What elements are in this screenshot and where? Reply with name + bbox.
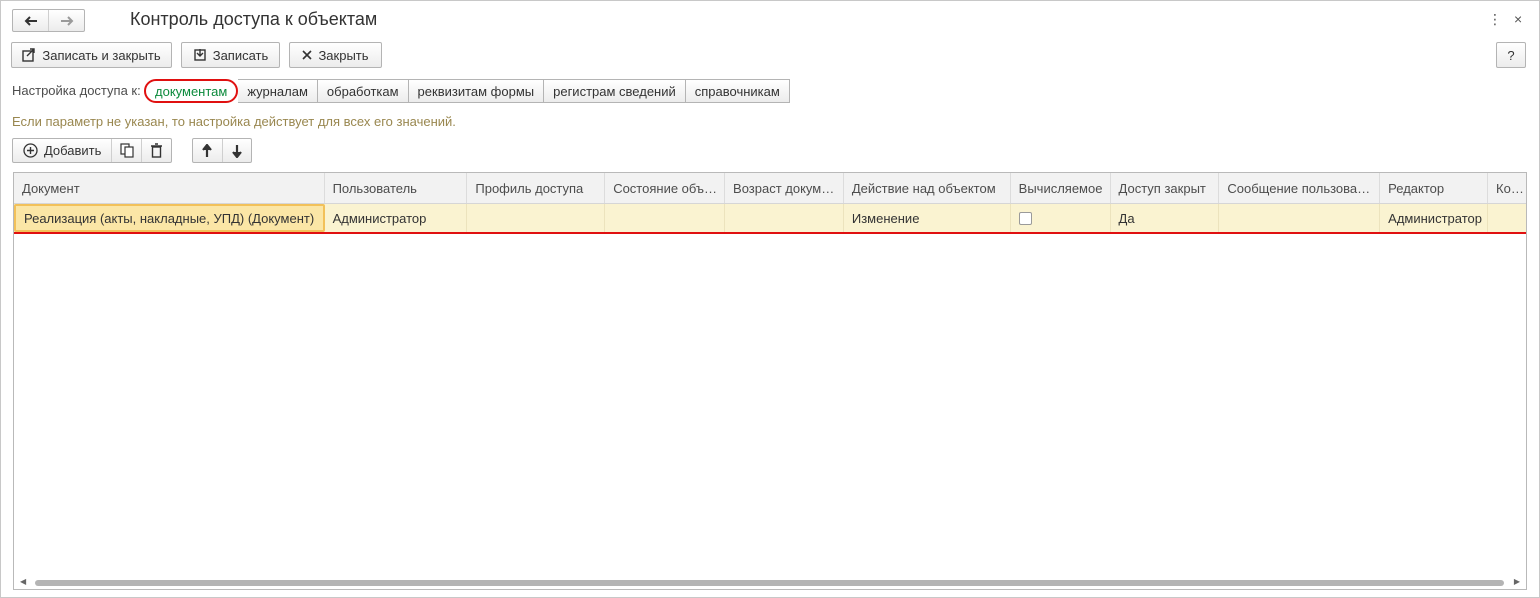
arrow-right-icon xyxy=(60,15,73,26)
cell-user[interactable]: Администратор xyxy=(325,204,468,232)
column-header[interactable]: Доступ закрыт xyxy=(1111,173,1220,203)
cell-document[interactable]: Реализация (акты, накладные, УПД) (Докум… xyxy=(14,204,325,232)
column-header[interactable]: Профиль доступа xyxy=(467,173,606,203)
add-circle-icon xyxy=(23,143,38,158)
tab-info-registers[interactable]: регистрам сведений xyxy=(544,79,686,103)
cell-extra[interactable] xyxy=(1488,204,1526,232)
access-setting-label: Настройка доступа к: xyxy=(12,83,141,98)
scroll-right-icon[interactable]: ▶ xyxy=(1514,577,1520,586)
help-label: ? xyxy=(1507,47,1515,63)
column-header[interactable]: Сообщение пользова… xyxy=(1219,173,1381,203)
column-header[interactable]: Редактор xyxy=(1380,173,1489,203)
form-window: Контроль доступа к объектам ⋮ × Записать… xyxy=(0,0,1540,598)
back-button[interactable] xyxy=(13,10,48,31)
save-label: Записать xyxy=(212,47,269,63)
horizontal-scrollbar[interactable]: ◀ ▶ xyxy=(14,575,1526,589)
column-header[interactable]: Пользователь xyxy=(325,173,468,203)
tab-catalogs[interactable]: справочникам xyxy=(685,79,790,103)
column-header[interactable]: Состояние объ… xyxy=(605,173,726,203)
forward-button[interactable] xyxy=(48,10,84,31)
cell-age[interactable] xyxy=(725,204,844,232)
nav-buttons xyxy=(12,9,85,32)
access-table: Документ Пользователь Профиль доступа Со… xyxy=(13,172,1527,590)
column-header[interactable]: Документ xyxy=(14,173,325,203)
scrollbar-thumb[interactable] xyxy=(35,580,1504,586)
copy-icon xyxy=(120,143,134,158)
tab-form-attributes[interactable]: реквизитам формы xyxy=(408,79,545,103)
hint-text: Если параметр не указан, то настройка де… xyxy=(12,114,456,129)
table-header: Документ Пользователь Профиль доступа Со… xyxy=(14,173,1526,204)
close-button[interactable]: Закрыть xyxy=(289,42,382,68)
copy-button[interactable] xyxy=(111,139,141,162)
close-x-icon xyxy=(302,50,313,60)
save-button[interactable]: Записать xyxy=(181,42,280,68)
arrow-down-icon xyxy=(231,144,242,158)
tab-documents[interactable]: документам xyxy=(144,79,239,103)
arrow-up-icon xyxy=(202,143,213,157)
tab-processing[interactable]: обработкам xyxy=(317,79,409,103)
save-icon xyxy=(194,49,206,61)
delete-button[interactable] xyxy=(141,139,171,162)
save-and-close-button[interactable]: Записать и закрыть xyxy=(11,42,172,68)
column-header[interactable]: Вычисляемое xyxy=(1011,173,1111,203)
access-tabs: документам журналам обработкам реквизита… xyxy=(144,79,790,103)
tab-journals[interactable]: журналам xyxy=(238,79,318,103)
cell-profile[interactable] xyxy=(467,204,606,232)
help-button[interactable]: ? xyxy=(1496,42,1526,68)
close-label: Закрыть xyxy=(318,47,369,63)
page-title: Контроль доступа к объектам xyxy=(130,9,378,29)
more-menu-icon[interactable]: ⋮ xyxy=(1488,11,1502,28)
cell-action[interactable]: Изменение xyxy=(844,204,1011,232)
table-row[interactable]: Реализация (акты, накладные, УПД) (Докум… xyxy=(14,204,1526,234)
column-header[interactable]: Возраст докум… xyxy=(725,173,844,203)
move-up-button[interactable] xyxy=(193,139,222,162)
cell-access-closed[interactable]: Да xyxy=(1111,204,1220,232)
add-label: Добавить xyxy=(43,143,102,158)
cell-state[interactable] xyxy=(605,204,726,232)
scroll-left-icon[interactable]: ◀ xyxy=(20,577,26,586)
add-button[interactable]: Добавить xyxy=(13,139,111,162)
arrow-left-icon xyxy=(24,15,37,26)
column-header[interactable]: Действие над объектом xyxy=(844,173,1011,203)
move-toolbar xyxy=(192,138,252,163)
grid-edit-toolbar: Добавить xyxy=(12,138,172,163)
trash-icon xyxy=(151,143,163,158)
close-icon[interactable]: × xyxy=(1514,11,1522,27)
column-header[interactable]: Ко… xyxy=(1488,173,1526,203)
cell-message[interactable] xyxy=(1219,204,1381,232)
cell-computed xyxy=(1011,204,1111,232)
computed-checkbox[interactable] xyxy=(1018,211,1032,225)
cell-editor[interactable]: Администратор xyxy=(1380,204,1489,232)
save-close-icon xyxy=(22,48,36,62)
save-and-close-label: Записать и закрыть xyxy=(42,47,161,63)
move-down-button[interactable] xyxy=(221,139,252,162)
